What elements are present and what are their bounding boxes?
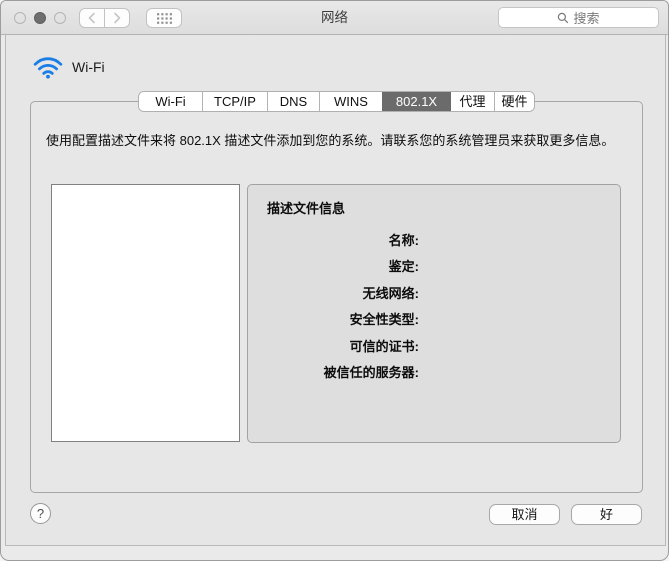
nav-buttons xyxy=(79,8,130,28)
field-label-name: 名称: xyxy=(248,226,419,253)
tab-tcpip[interactable]: TCP/IP xyxy=(202,92,267,111)
field-label-security-type: 安全性类型: xyxy=(248,306,419,333)
tab-bar: Wi-Fi TCP/IP DNS WINS 802.1X 代理 硬件 xyxy=(138,91,535,112)
connection-name: Wi-Fi xyxy=(72,59,105,75)
help-button[interactable]: ? xyxy=(30,503,51,524)
tab-wins[interactable]: WINS xyxy=(319,92,382,111)
connection-row: Wi-Fi xyxy=(33,55,105,79)
back-button[interactable] xyxy=(79,8,105,28)
close-button[interactable] xyxy=(14,12,26,24)
profile-list[interactable] xyxy=(51,184,240,442)
titlebar: 网络 搜索 xyxy=(1,1,668,35)
zoom-button[interactable] xyxy=(54,12,66,24)
search-input[interactable]: 搜索 xyxy=(498,7,659,28)
field-label-authentication: 鉴定: xyxy=(248,253,419,280)
chevron-left-icon xyxy=(87,11,97,25)
ok-button[interactable]: 好 xyxy=(571,504,642,525)
tab-8021x[interactable]: 802.1X xyxy=(382,92,450,111)
cancel-button[interactable]: 取消 xyxy=(489,504,560,525)
field-label-trusted-servers: 被信任的服务器: xyxy=(248,359,419,386)
forward-button[interactable] xyxy=(104,8,130,28)
search-icon xyxy=(557,12,569,24)
minimize-button[interactable] xyxy=(34,12,46,24)
network-preferences-window: 网络 搜索 Wi-Fi 使用配置描述文件来将 802.1X 描述文件添加到您的系… xyxy=(0,0,669,561)
wifi-advanced-sheet: Wi-Fi 使用配置描述文件来将 802.1X 描述文件添加到您的系统。请联系您… xyxy=(5,35,666,546)
tab-wifi[interactable]: Wi-Fi xyxy=(139,92,202,111)
traffic-lights xyxy=(14,12,66,24)
show-all-button[interactable] xyxy=(146,8,182,28)
profile-info-panel: 描述文件信息 名称: 鉴定: 无线网络: 安全性类型: 可信的证书: 被信任的服… xyxy=(247,184,621,443)
search-placeholder: 搜索 xyxy=(573,8,599,27)
grid-dots-icon xyxy=(156,12,173,25)
tab-proxies[interactable]: 代理 xyxy=(450,92,494,111)
chevron-right-icon xyxy=(112,11,122,25)
field-label-wireless-network: 无线网络: xyxy=(248,279,419,306)
profile-info-title: 描述文件信息 xyxy=(267,198,345,217)
tab-hardware[interactable]: 硬件 xyxy=(494,92,534,111)
field-label-trusted-certificates: 可信的证书: xyxy=(248,332,419,359)
description-text: 使用配置描述文件来将 802.1X 描述文件添加到您的系统。请联系您的系统管理员… xyxy=(46,131,632,151)
profile-info-fields: 名称: 鉴定: 无线网络: 安全性类型: 可信的证书: 被信任的服务器: xyxy=(248,226,419,385)
wifi-icon xyxy=(33,55,63,79)
tab-dns[interactable]: DNS xyxy=(267,92,319,111)
